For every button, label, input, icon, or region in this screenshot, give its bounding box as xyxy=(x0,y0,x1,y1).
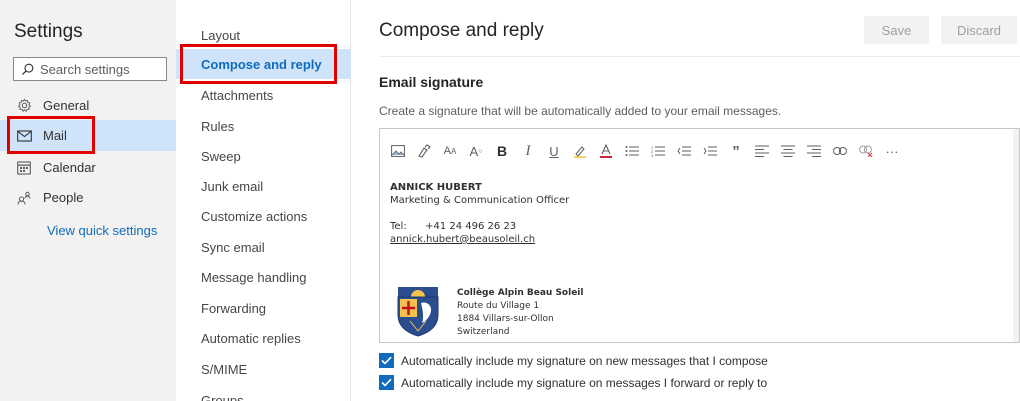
institution-country: Switzerland xyxy=(457,327,510,337)
submenu-item-customize-actions[interactable]: Customize actions xyxy=(176,201,351,231)
option-label: Automatically include my signature on ne… xyxy=(401,353,768,368)
italic-icon[interactable]: I xyxy=(520,142,536,160)
section-title: Email signature xyxy=(379,74,484,90)
format-painter-icon[interactable] xyxy=(416,142,432,160)
outlook-settings-window: Settings General xyxy=(0,0,1020,401)
checkmark-icon xyxy=(381,356,392,365)
checkbox-new-messages[interactable] xyxy=(379,353,394,368)
save-button[interactable]: Save xyxy=(864,16,929,44)
align-right-icon[interactable] xyxy=(806,142,822,160)
section-description: Create a signature that will be automati… xyxy=(379,104,782,118)
submenu-item-rules[interactable]: Rules xyxy=(176,111,351,141)
submenu-item-attachments[interactable]: Attachments xyxy=(176,80,351,110)
signature-phone-line: Tel: +41 24 496 26 23 xyxy=(390,220,569,233)
align-center-icon[interactable] xyxy=(780,142,796,160)
sidebar-item-label: General xyxy=(43,98,90,113)
submenu-item-automatic-replies[interactable]: Automatic replies xyxy=(176,323,351,353)
submenu-item-smime[interactable]: S/MIME xyxy=(176,354,351,384)
increase-indent-icon[interactable] xyxy=(702,142,718,160)
sidebar-item-calendar[interactable]: Calendar xyxy=(0,152,176,183)
search-icon xyxy=(21,63,34,75)
font-size-icon[interactable]: AA xyxy=(442,142,458,160)
search-box[interactable] xyxy=(13,57,167,81)
compose-reply-panel: Compose and reply Save Discard Email sig… xyxy=(352,0,1020,401)
submenu-item-sync-email[interactable]: Sync email xyxy=(176,232,351,262)
bold-icon[interactable]: B xyxy=(494,142,510,160)
link-icon[interactable] xyxy=(832,142,848,160)
editor-scrollbar[interactable] xyxy=(1013,129,1019,342)
submenu-item-message-handling[interactable]: Message handling xyxy=(176,262,351,292)
underline-icon[interactable]: U xyxy=(546,142,562,160)
option-forward-reply[interactable]: Automatically include my signature on me… xyxy=(379,375,767,390)
more-options-icon[interactable]: ··· xyxy=(884,142,900,160)
settings-title: Settings xyxy=(14,21,83,42)
institution-address-2: 1884 Villars-sur-Ollon xyxy=(457,314,554,324)
option-new-messages[interactable]: Automatically include my signature on ne… xyxy=(379,353,768,368)
insert-picture-icon[interactable] xyxy=(390,142,406,160)
signature-content: ANNICK HUBERT Marketing & Communication … xyxy=(390,181,569,246)
settings-sidebar: Settings General xyxy=(0,0,176,401)
page-title: Compose and reply xyxy=(379,20,544,41)
phone-number: +41 24 496 26 23 xyxy=(425,221,517,232)
highlight-box-mail xyxy=(7,116,95,154)
sidebar-item-people[interactable]: People xyxy=(0,182,176,213)
header-divider xyxy=(379,56,1020,57)
submenu-item-junk-email[interactable]: Junk email xyxy=(176,171,351,201)
discard-button[interactable]: Discard xyxy=(941,16,1017,44)
font-color-icon[interactable] xyxy=(598,142,614,160)
search-input[interactable] xyxy=(40,61,158,77)
institution-block: Collège Alpin Beau Soleil Route du Villa… xyxy=(457,287,583,339)
submenu-item-sweep[interactable]: Sweep xyxy=(176,141,351,171)
institution-address-1: Route du Village 1 xyxy=(457,301,540,311)
unlink-icon[interactable] xyxy=(858,142,874,160)
view-quick-settings-link[interactable]: View quick settings xyxy=(47,223,157,238)
people-icon xyxy=(16,190,32,206)
signature-editor[interactable]: AA A ○ B I U 123 ” ··· ANNICK HUBERT Mar… xyxy=(379,128,1020,343)
svg-text:3: 3 xyxy=(651,153,654,157)
institution-name: Collège Alpin Beau Soleil xyxy=(457,288,584,298)
checkmark-icon xyxy=(381,378,392,387)
submenu-item-groups[interactable]: Groups xyxy=(176,385,351,401)
align-left-icon[interactable] xyxy=(754,142,770,160)
checkbox-forward-reply[interactable] xyxy=(379,375,394,390)
signature-email-link[interactable]: annick.hubert@beausoleil.ch xyxy=(390,233,569,246)
school-crest-logo xyxy=(397,287,439,337)
signature-name: ANNICK HUBERT xyxy=(390,182,482,193)
calendar-icon xyxy=(16,160,32,176)
decrease-indent-icon[interactable] xyxy=(676,142,692,160)
numbering-icon[interactable]: 123 xyxy=(650,142,666,160)
option-label: Automatically include my signature on me… xyxy=(401,375,768,390)
phone-label: Tel: xyxy=(390,221,407,232)
text-effects-icon[interactable]: A ○ xyxy=(468,142,484,160)
formatting-toolbar: AA A ○ B I U 123 ” ··· xyxy=(390,142,910,160)
quote-icon[interactable]: ” xyxy=(728,142,744,160)
highlight-icon[interactable] xyxy=(572,142,588,160)
signature-role: Marketing & Communication Officer xyxy=(390,195,570,206)
sidebar-item-label: People xyxy=(43,190,84,205)
sidebar-item-label: Calendar xyxy=(43,160,96,175)
gear-icon xyxy=(16,98,32,114)
bullets-icon[interactable] xyxy=(624,142,640,160)
highlight-box-compose xyxy=(180,44,337,84)
submenu-item-forwarding[interactable]: Forwarding xyxy=(176,293,351,323)
